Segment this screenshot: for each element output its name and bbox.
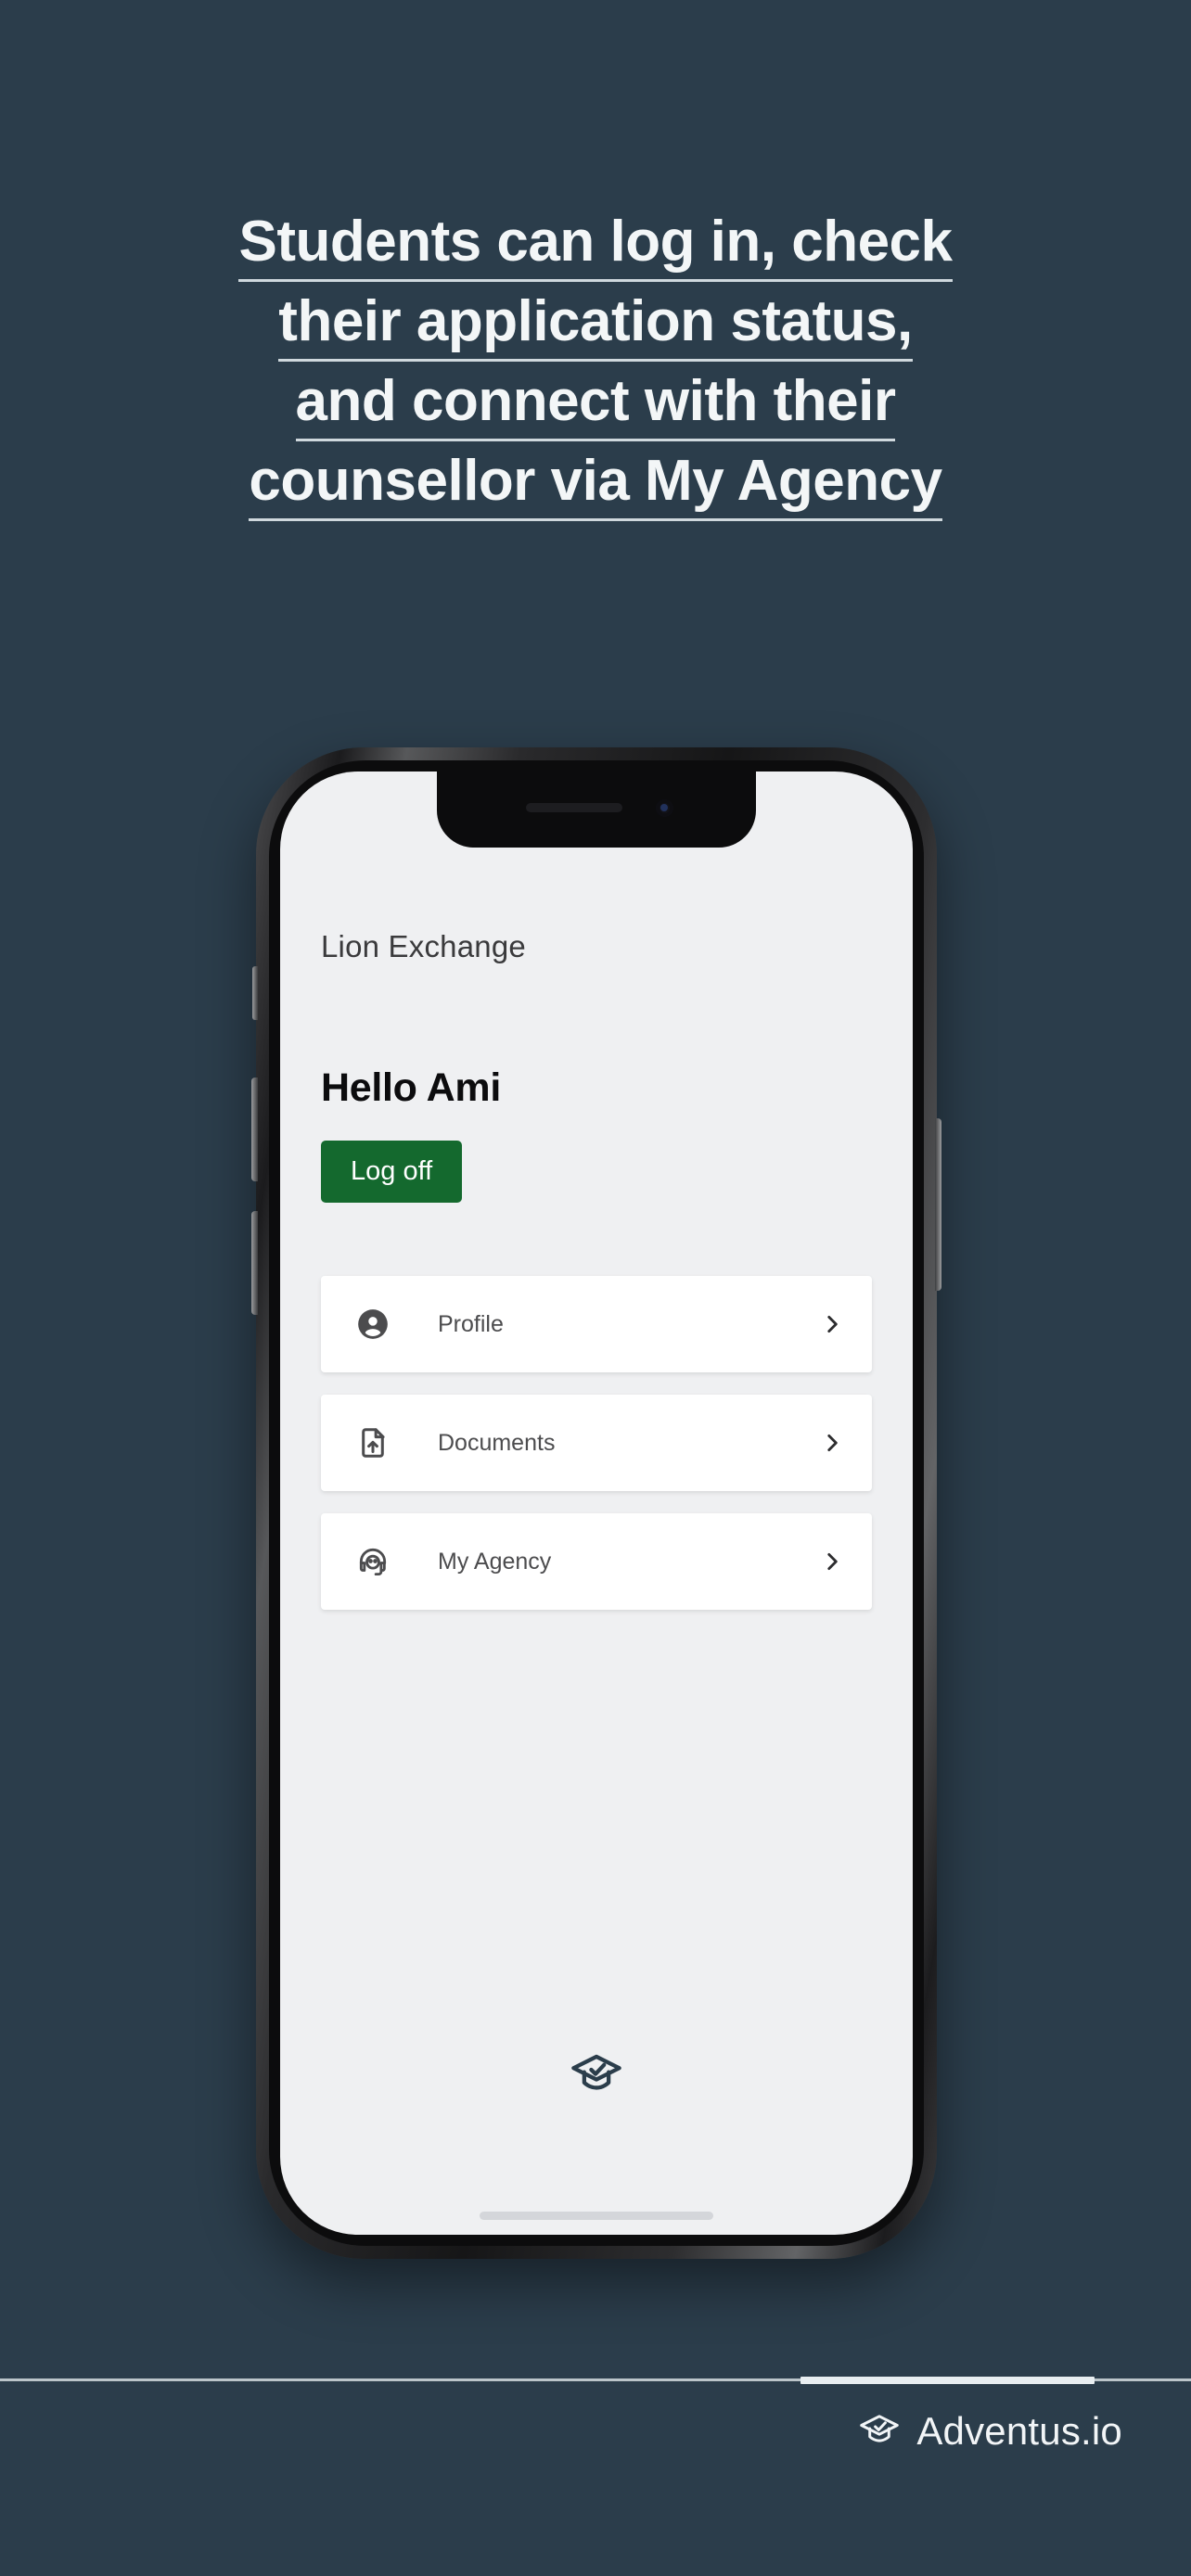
phone-notch	[437, 772, 756, 848]
volume-up-button[interactable]	[251, 1078, 258, 1181]
chevron-right-icon	[820, 1312, 844, 1336]
chevron-right-icon	[820, 1549, 844, 1574]
headline-line-3: and connect with their	[125, 362, 1066, 441]
progress-fill[interactable]	[800, 2377, 1095, 2384]
footer-brand: Adventus.io	[859, 2409, 1122, 2454]
person-icon	[347, 1307, 399, 1342]
headline-line-1: Students can log in, check	[125, 202, 1066, 282]
menu-item-label: My Agency	[438, 1548, 552, 1575]
headline-line-2: their application status,	[125, 282, 1066, 362]
file-upload-icon	[347, 1425, 399, 1460]
support-agent-icon	[347, 1544, 399, 1579]
slide-canvas: Students can log in, check their applica…	[0, 0, 1191, 2576]
front-camera-icon	[656, 799, 673, 817]
menu-item-documents[interactable]: Documents	[321, 1395, 872, 1491]
headline: Students can log in, check their applica…	[125, 202, 1066, 521]
headline-line-4: counsellor via My Agency	[125, 441, 1066, 521]
footer-brand-text: Adventus.io	[916, 2409, 1122, 2453]
graduation-cap-icon	[570, 2052, 622, 2099]
menu-item-label: Documents	[438, 1429, 556, 1456]
greeting-heading: Hello Ami	[321, 1065, 502, 1110]
log-off-button[interactable]: Log off	[321, 1141, 463, 1203]
menu-item-profile[interactable]: Profile	[321, 1276, 872, 1372]
phone-mockup: Lion Exchange Hello Ami Log off Profile	[251, 747, 941, 2259]
menu-item-label: Profile	[438, 1310, 504, 1337]
graduation-cap-icon	[859, 2413, 900, 2451]
home-indicator	[480, 2212, 713, 2220]
chevron-right-icon	[820, 1431, 844, 1455]
earpiece-speaker-icon	[526, 803, 622, 812]
silent-switch-button[interactable]	[252, 966, 258, 1020]
app-title: Lion Exchange	[321, 929, 526, 963]
main-menu-list: Profile Documents My Agency	[321, 1276, 872, 1632]
volume-down-button[interactable]	[251, 1211, 258, 1315]
phone-screen: Lion Exchange Hello Ami Log off Profile	[280, 772, 913, 2235]
menu-item-my-agency[interactable]: My Agency	[321, 1513, 872, 1610]
power-button[interactable]	[935, 1118, 941, 1291]
